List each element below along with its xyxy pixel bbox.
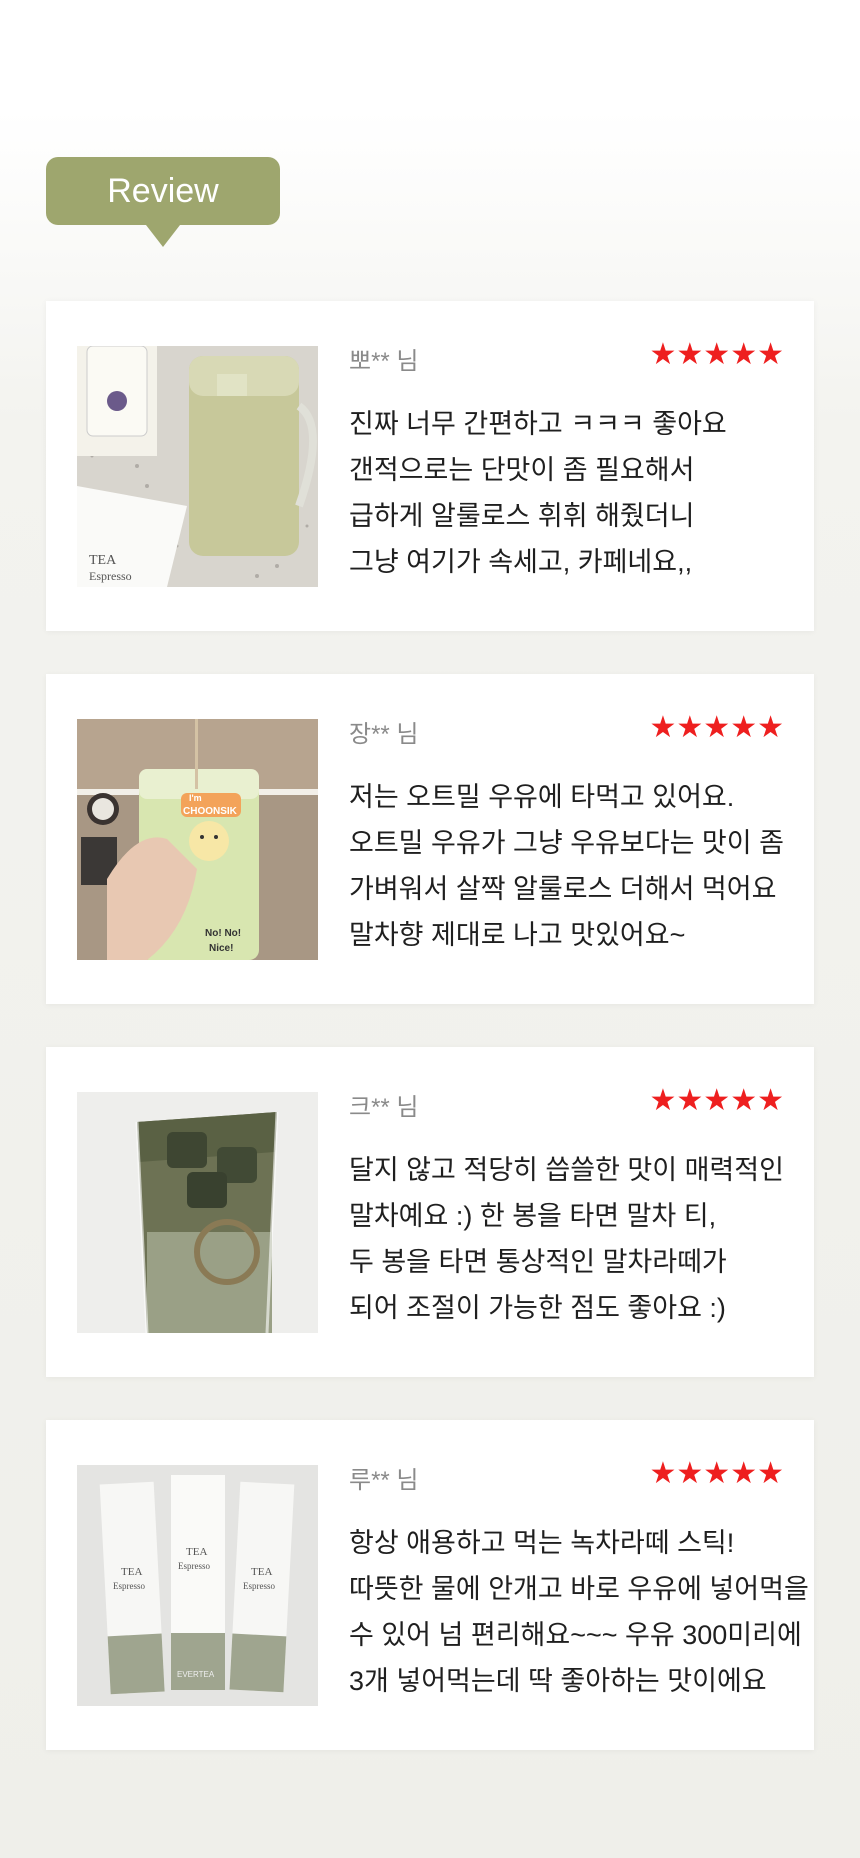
star-rating-icon: ★★★★★ xyxy=(649,1456,784,1491)
svg-text:Espresso: Espresso xyxy=(178,1561,210,1571)
review-line: 오트밀 우유가 그냥 우유보다는 맛이 좀 xyxy=(349,828,784,858)
review-text: 항상 애용하고 먹는 녹차라떼 스틱! 따뜻한 물에 안개고 바로 우유에 넣어… xyxy=(349,1520,809,1704)
review-line: 그냥 여기가 속세고, 카페네요,, xyxy=(349,547,693,577)
review-line: 가벼워서 살짝 알룰로스 더해서 먹어요 xyxy=(349,874,777,904)
matcha-latte-mug-photo: TEA Espresso xyxy=(77,346,318,587)
review-line: 두 봉을 타면 통상적인 말차라떼가 xyxy=(349,1247,727,1277)
review-line: 갠적으로는 단맛이 좀 필요해서 xyxy=(349,455,695,485)
reviewer-name: 크** 님 xyxy=(349,1094,419,1121)
review-line: 따뜻한 물에 안개고 바로 우유에 넣어먹을 xyxy=(349,1574,809,1604)
svg-text:Nice!: Nice! xyxy=(209,943,233,954)
iced-matcha-latte-photo xyxy=(77,1092,318,1333)
review-card: 크** 님 ★★★★★ 달지 않고 적당히 씁쓸한 맛이 매력적인 말차예요 :… xyxy=(46,1047,814,1377)
svg-text:TEA: TEA xyxy=(121,1566,142,1578)
review-badge-label: Review xyxy=(107,171,219,210)
svg-text:Espresso: Espresso xyxy=(243,1581,275,1591)
svg-text:TEA: TEA xyxy=(186,1546,207,1558)
review-text: 저는 오트밀 우유에 타먹고 있어요. 오트밀 우유가 그냥 우유보다는 맛이 … xyxy=(349,774,799,958)
review-line: 달지 않고 적당히 씁쓸한 맛이 매력적인 xyxy=(349,1155,784,1185)
reviewer-name: 루** 님 xyxy=(349,1467,419,1494)
svg-text:TEA: TEA xyxy=(251,1566,272,1578)
review-line: 3개 넣어먹는데 딱 좋아하는 맛이에요 xyxy=(349,1666,767,1696)
review-badge: Review xyxy=(46,157,280,225)
review-line: 말차향 제대로 나고 맛있어요~ xyxy=(349,920,686,950)
review-line: 진짜 너무 간편하고 ㅋㅋㅋ 좋아요 xyxy=(349,409,727,439)
star-rating-icon: ★★★★★ xyxy=(649,337,784,372)
svg-text:EVERTEA: EVERTEA xyxy=(177,1670,215,1679)
review-line: 말차예요 :) 한 봉을 타면 말차 티, xyxy=(349,1201,717,1231)
review-photo[interactable]: I'm CHOONSIK No! No! Nice! xyxy=(77,719,318,960)
review-line: 급하게 알룰로스 휘휘 해줬더니 xyxy=(349,501,695,531)
matcha-glass-can-photo: I'm CHOONSIK No! No! Nice! xyxy=(77,719,318,960)
review-line: 수 있어 넘 편리해요~~~ 우유 300미리에 xyxy=(349,1620,802,1650)
review-text: 달지 않고 적당히 씁쓸한 맛이 매력적인 말차예요 :) 한 봉을 타면 말차… xyxy=(349,1147,799,1331)
review-card: TEA Espresso TEA Espresso EVERTEA TEA Es… xyxy=(46,1420,814,1750)
reviewer-name: 뽀** 님 xyxy=(349,348,419,375)
star-rating-icon: ★★★★★ xyxy=(649,1083,784,1118)
svg-text:Espresso: Espresso xyxy=(89,569,132,583)
review-card: I'm CHOONSIK No! No! Nice! 장** 님 ★★★★★ 저… xyxy=(46,674,814,1004)
tea-stick-packets-photo: TEA Espresso TEA Espresso EVERTEA TEA Es… xyxy=(77,1465,318,1706)
review-photo[interactable]: TEA Espresso xyxy=(77,346,318,587)
svg-text:Espresso: Espresso xyxy=(113,1581,145,1591)
review-photo[interactable] xyxy=(77,1092,318,1333)
star-rating-icon: ★★★★★ xyxy=(649,710,784,745)
svg-text:CHOONSIK: CHOONSIK xyxy=(183,806,238,817)
review-text: 진짜 너무 간편하고 ㅋㅋㅋ 좋아요 갠적으로는 단맛이 좀 필요해서 급하게 … xyxy=(349,401,799,585)
review-line: 저는 오트밀 우유에 타먹고 있어요. xyxy=(349,782,735,812)
svg-text:No! No!: No! No! xyxy=(205,928,241,939)
review-card: TEA Espresso 뽀** 님 ★★★★★ 진짜 너무 간편하고 ㅋㅋㅋ … xyxy=(46,301,814,631)
review-photo[interactable]: TEA Espresso TEA Espresso EVERTEA TEA Es… xyxy=(77,1465,318,1706)
reviewer-name: 장** 님 xyxy=(349,721,419,748)
svg-text:I'm: I'm xyxy=(189,793,202,803)
svg-text:TEA: TEA xyxy=(89,553,117,568)
review-line: 되어 조절이 가능한 점도 좋아요 :) xyxy=(349,1293,726,1323)
review-line: 항상 애용하고 먹는 녹차라떼 스틱! xyxy=(349,1528,735,1558)
